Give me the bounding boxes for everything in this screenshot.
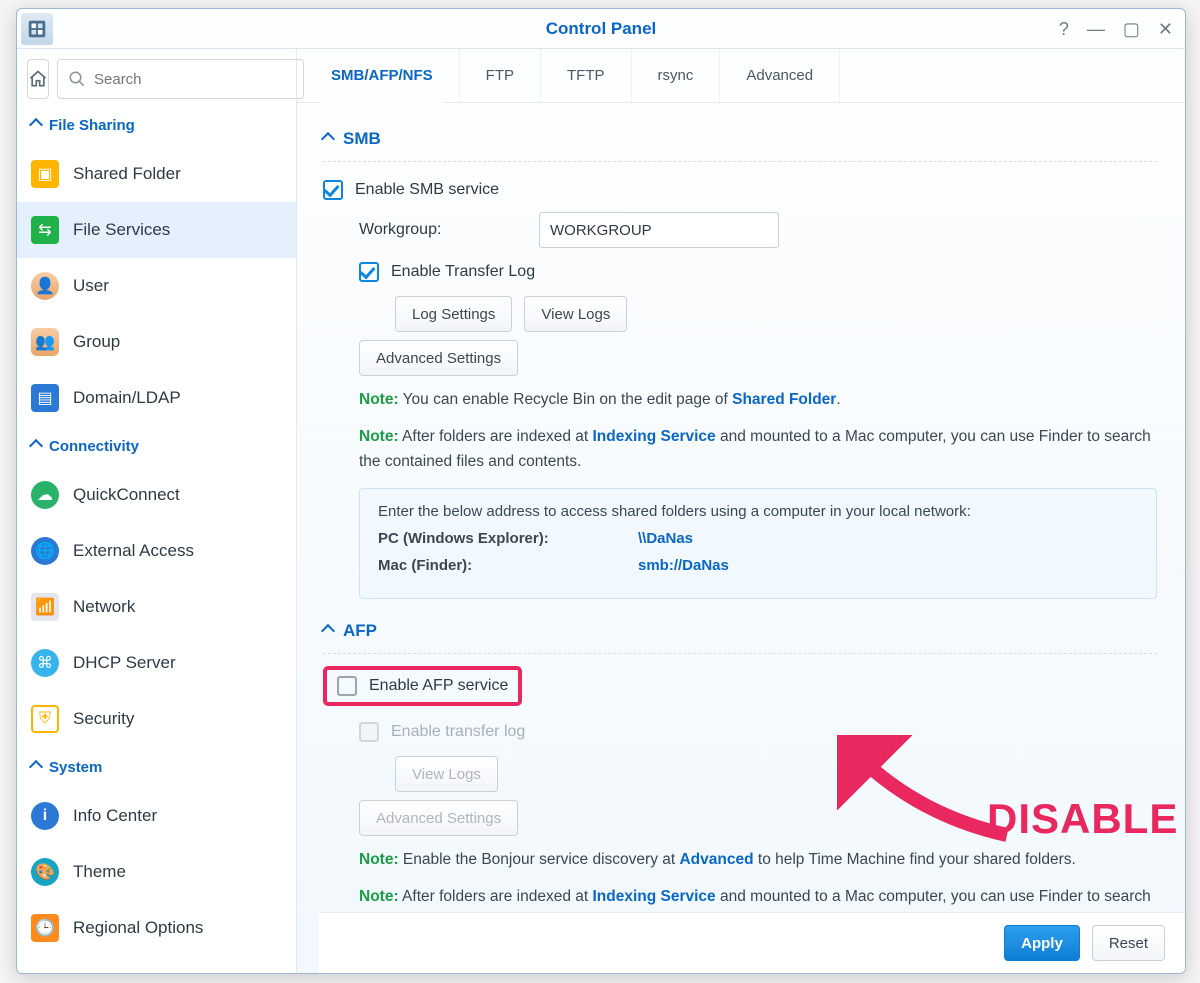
view-logs-button-smb[interactable]: View Logs — [524, 296, 627, 332]
file-services-icon: ⇆ — [31, 216, 59, 244]
sidebar-item-file-services[interactable]: ⇆File Services — [17, 202, 296, 258]
search-field[interactable] — [57, 59, 304, 99]
link-indexing-service-afp[interactable]: Indexing Service — [592, 888, 715, 905]
app-icon — [21, 13, 53, 45]
divider — [323, 653, 1157, 654]
label-transfer-log-smb: Enable Transfer Log — [391, 263, 535, 281]
pc-path: \\DaNas — [638, 530, 693, 547]
sidebar-item-network[interactable]: 📶Network — [17, 579, 296, 635]
advanced-settings-button-afp: Advanced Settings — [359, 800, 518, 836]
dhcp-icon: ⌘ — [31, 649, 59, 677]
footer-bar: Apply Reset — [319, 912, 1185, 973]
globe-icon: 🌐 — [31, 537, 59, 565]
access-intro: Enter the below address to access shared… — [378, 503, 1138, 520]
apply-button[interactable]: Apply — [1004, 925, 1080, 961]
note-smb-recycle: Note: You can enable Recycle Bin on the … — [359, 388, 1157, 413]
sidebar-item-domain-ldap[interactable]: ▤Domain/LDAP — [17, 370, 296, 426]
pc-label: PC (Windows Explorer): — [378, 530, 598, 547]
network-icon: 📶 — [31, 593, 59, 621]
section-file-sharing[interactable]: File Sharing — [17, 105, 296, 146]
window-title: Control Panel — [546, 19, 657, 39]
home-icon — [28, 69, 48, 89]
label-enable-smb: Enable SMB service — [355, 181, 499, 199]
chevron-up-icon — [31, 117, 41, 134]
user-icon: 👤 — [31, 272, 59, 300]
chevron-up-icon — [323, 621, 333, 641]
tab-smb-afp-nfs[interactable]: SMB/AFP/NFS — [305, 49, 460, 102]
checkbox-enable-smb[interactable] — [323, 180, 343, 200]
sidebar-item-dhcp[interactable]: ⌘DHCP Server — [17, 635, 296, 691]
group-smb[interactable]: SMB — [323, 121, 1157, 157]
view-logs-button-afp: View Logs — [395, 756, 498, 792]
sidebar-item-quickconnect[interactable]: ☁QuickConnect — [17, 467, 296, 523]
search-input[interactable] — [94, 71, 293, 88]
group-icon: 👥 — [31, 328, 59, 356]
clock-icon: 🕒 — [31, 914, 59, 942]
workgroup-label: Workgroup: — [359, 221, 519, 239]
tab-tftp[interactable]: TFTP — [541, 49, 632, 102]
sidebar-item-info-center[interactable]: iInfo Center — [17, 788, 296, 844]
sidebar-item-user[interactable]: 👤User — [17, 258, 296, 314]
chevron-up-icon — [31, 438, 41, 455]
chevron-up-icon — [31, 759, 41, 776]
mac-path: smb://DaNas — [638, 557, 729, 574]
minimize-icon[interactable]: — — [1087, 19, 1105, 40]
folder-icon: ▣ — [31, 160, 59, 188]
link-shared-folder[interactable]: Shared Folder — [732, 391, 836, 408]
note-smb-indexing: Note: After folders are indexed at Index… — [359, 425, 1157, 475]
sidebar-item-group[interactable]: 👥Group — [17, 314, 296, 370]
content-pane: SMB/AFP/NFS FTP TFTP rsync Advanced SMB … — [297, 49, 1185, 973]
workgroup-input[interactable] — [539, 212, 779, 248]
sidebar-item-external-access[interactable]: 🌐External Access — [17, 523, 296, 579]
home-button[interactable] — [27, 59, 49, 99]
checkbox-enable-afp[interactable] — [337, 676, 357, 696]
sidebar-item-theme[interactable]: 🎨Theme — [17, 844, 296, 900]
link-indexing-service[interactable]: Indexing Service — [592, 428, 715, 445]
section-system[interactable]: System — [17, 747, 296, 788]
tab-rsync[interactable]: rsync — [632, 49, 721, 102]
advanced-settings-button-smb[interactable]: Advanced Settings — [359, 340, 518, 376]
palette-icon: 🎨 — [31, 858, 59, 886]
note-afp-bonjour: Note: Enable the Bonjour service discove… — [359, 848, 1157, 873]
tab-bar: SMB/AFP/NFS FTP TFTP rsync Advanced — [297, 49, 1185, 103]
log-settings-button[interactable]: Log Settings — [395, 296, 512, 332]
search-icon — [68, 70, 86, 88]
tab-ftp[interactable]: FTP — [460, 49, 541, 102]
sidebar-item-regional[interactable]: 🕒Regional Options — [17, 900, 296, 956]
titlebar: Control Panel ? — ▢ ✕ — [17, 9, 1185, 49]
section-connectivity[interactable]: Connectivity — [17, 426, 296, 467]
settings-scroll[interactable]: SMB Enable SMB service Workgroup: Enable… — [297, 103, 1185, 973]
label-transfer-log-afp: Enable transfer log — [391, 723, 525, 741]
ldap-icon: ▤ — [31, 384, 59, 412]
checkbox-transfer-log-smb[interactable] — [359, 262, 379, 282]
close-icon[interactable]: ✕ — [1158, 19, 1173, 40]
chevron-up-icon — [323, 129, 333, 149]
divider — [323, 161, 1157, 162]
mac-label: Mac (Finder): — [378, 557, 598, 574]
checkbox-transfer-log-afp — [359, 722, 379, 742]
access-info-box: Enter the below address to access shared… — [359, 488, 1157, 599]
shield-icon: ⛨ — [31, 705, 59, 733]
tab-advanced[interactable]: Advanced — [720, 49, 840, 102]
reset-button[interactable]: Reset — [1092, 925, 1165, 961]
label-enable-afp: Enable AFP service — [369, 677, 508, 695]
info-icon: i — [31, 802, 59, 830]
cloud-icon: ☁ — [31, 481, 59, 509]
highlight-enable-afp: Enable AFP service — [323, 666, 522, 706]
control-panel-window: Control Panel ? — ▢ ✕ File Sharing ▣Shar… — [16, 8, 1186, 974]
sidebar-item-shared-folder[interactable]: ▣Shared Folder — [17, 146, 296, 202]
help-icon[interactable]: ? — [1059, 19, 1069, 40]
link-advanced[interactable]: Advanced — [679, 851, 753, 868]
sidebar: File Sharing ▣Shared Folder ⇆File Servic… — [17, 49, 297, 973]
maximize-icon[interactable]: ▢ — [1123, 19, 1140, 40]
sidebar-item-security[interactable]: ⛨Security — [17, 691, 296, 747]
group-afp[interactable]: AFP — [323, 613, 1157, 649]
